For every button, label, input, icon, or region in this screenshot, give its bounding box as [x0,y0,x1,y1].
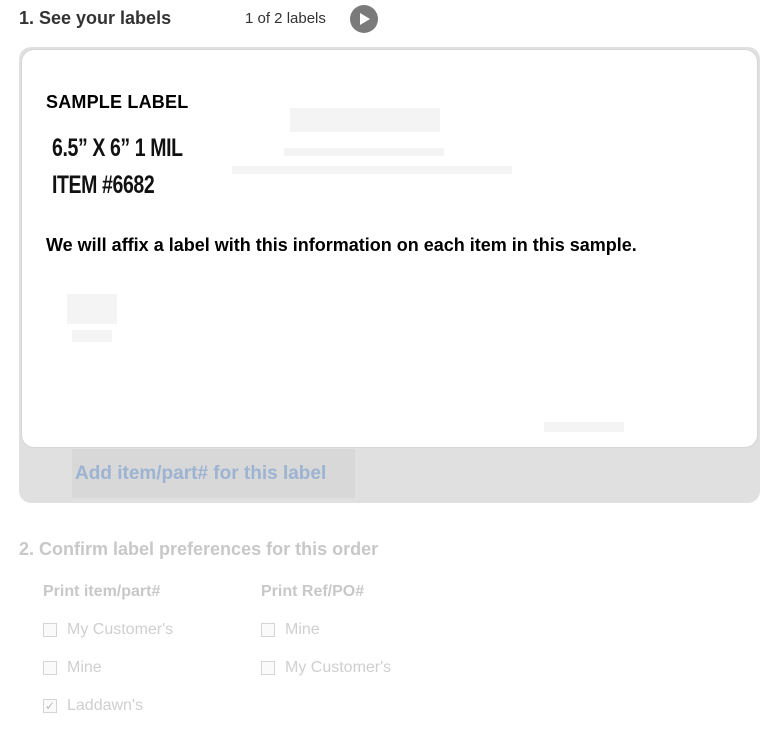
ghost-box [67,294,117,324]
ghost-box [72,330,112,342]
play-circle-icon [360,13,370,25]
sample-label-title: SAMPLE LABEL [46,92,189,112]
item-part-option-mine[interactable]: Mine [43,658,102,678]
checkmark-icon: ✓ [44,699,56,713]
checkbox[interactable] [43,623,57,637]
label-spec-item: ITEM #6682 [52,171,155,199]
ghost-line [284,148,444,156]
checkbox[interactable] [261,623,275,637]
label-panel: SAMPLE LABEL 6.5” X 6” 1 MIL ITEM #6682 … [19,47,760,503]
option-label: Mine [285,621,320,638]
option-label: Mine [67,659,102,676]
option-label: My Customer's [67,621,174,638]
ghost-line [544,422,624,432]
ref-po-option-mine[interactable]: Mine [261,620,320,640]
ref-po-option-my-customers[interactable]: My Customer's [261,658,391,678]
print-item-part-heading: Print item/part# [43,583,161,600]
step1-header: 1. See your labels 1 of 2 labels [19,5,419,33]
checkbox-checked[interactable]: ✓ [43,699,57,713]
checkbox[interactable] [261,661,275,675]
label-card: SAMPLE LABEL 6.5” X 6” 1 MIL ITEM #6682 … [22,50,757,447]
item-part-option-my-customers[interactable]: My Customer's [43,620,173,640]
option-label: Laddawn's [67,697,143,714]
ghost-logo-block [290,108,440,132]
option-label: My Customer's [285,659,392,676]
print-ref-po-heading: Print Ref/PO# [261,583,365,600]
next-label-button[interactable] [350,5,378,33]
label-spec-size: 6.5” X 6” 1 MIL [52,134,183,162]
step2-title: 2. Confirm label preferences for this or… [19,539,379,559]
affix-note: We will affix a label with this informat… [46,235,637,255]
item-part-option-laddawns[interactable]: ✓ Laddawn's [43,696,143,716]
ghost-line [232,166,512,174]
label-count: 1 of 2 labels [245,10,326,27]
add-item-part-button[interactable]: Add item/part# for this label [72,449,355,498]
step1-title: 1. See your labels [19,8,172,28]
checkbox[interactable] [43,661,57,675]
